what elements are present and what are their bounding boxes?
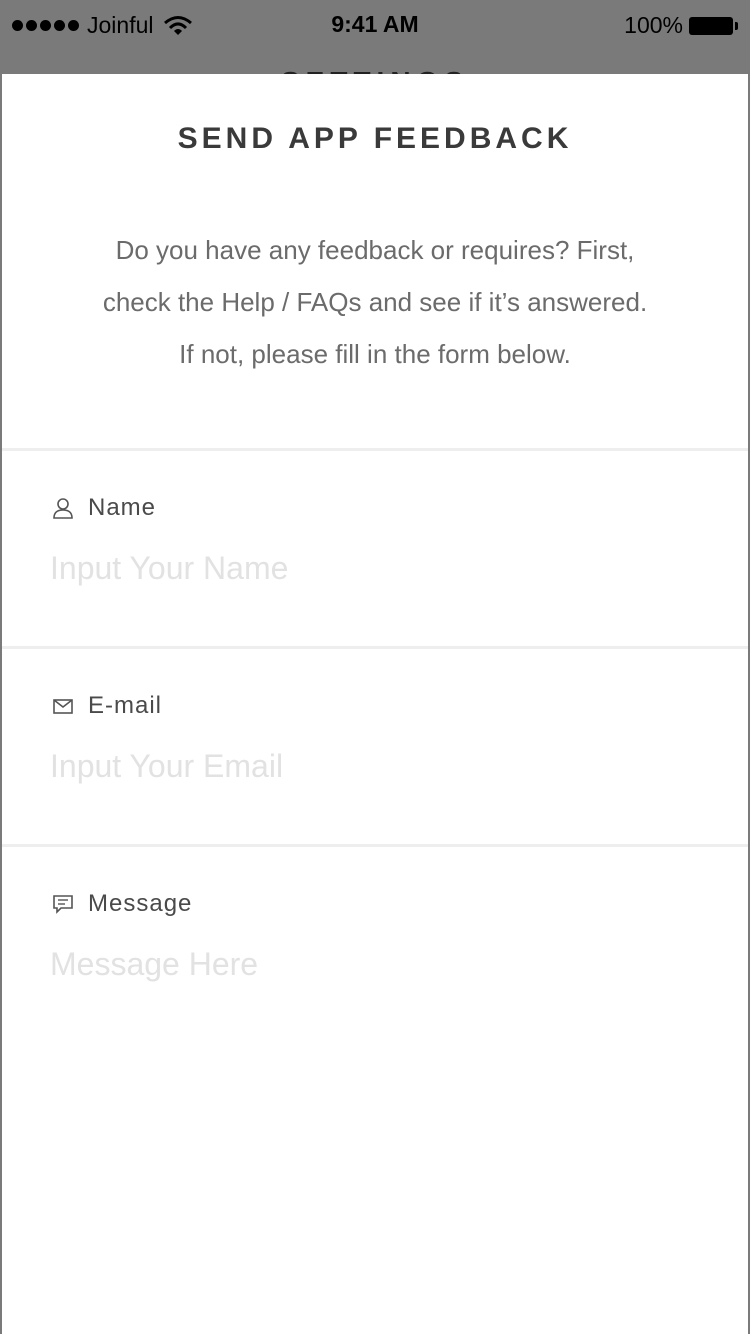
sheet-title: SEND APP FEEDBACK — [177, 122, 573, 155]
email-field-group: E-mail — [2, 692, 748, 842]
divider — [2, 448, 748, 451]
status-bar: Joinful 9:41 AM 100% — [0, 0, 750, 50]
envelope-icon — [52, 695, 74, 717]
person-icon — [52, 497, 74, 519]
name-label: Name — [52, 494, 156, 522]
name-label-text: Name — [88, 494, 157, 521]
chat-bubble-icon — [52, 893, 74, 915]
divider — [2, 646, 748, 649]
message-field-group: Message — [2, 890, 748, 1310]
message-label: Message — [52, 890, 192, 918]
feedback-sheet: SEND APP FEEDBACK Do you have any feedba… — [2, 74, 748, 1334]
battery-icon — [689, 16, 738, 35]
message-label-text: Message — [88, 890, 193, 917]
battery-percent: 100% — [624, 12, 683, 38]
intro-line: Do you have any feedback or requires? Fi… — [115, 235, 635, 265]
intro-line: If not, please fill in the form below. — [179, 339, 571, 369]
background-page-title: SETTINGS — [0, 62, 750, 74]
intro-text: Do you have any feedback or requires? Fi… — [32, 224, 718, 380]
email-label-text: E-mail — [88, 692, 163, 719]
name-input[interactable] — [50, 550, 700, 587]
intro-line: check the Help / FAQs and see if it’s an… — [102, 287, 648, 317]
email-label: E-mail — [52, 692, 162, 720]
divider — [2, 844, 748, 847]
email-input[interactable] — [50, 748, 700, 785]
message-input[interactable] — [50, 946, 700, 1246]
name-field-group: Name — [2, 494, 748, 644]
status-right: 100% — [624, 12, 738, 39]
